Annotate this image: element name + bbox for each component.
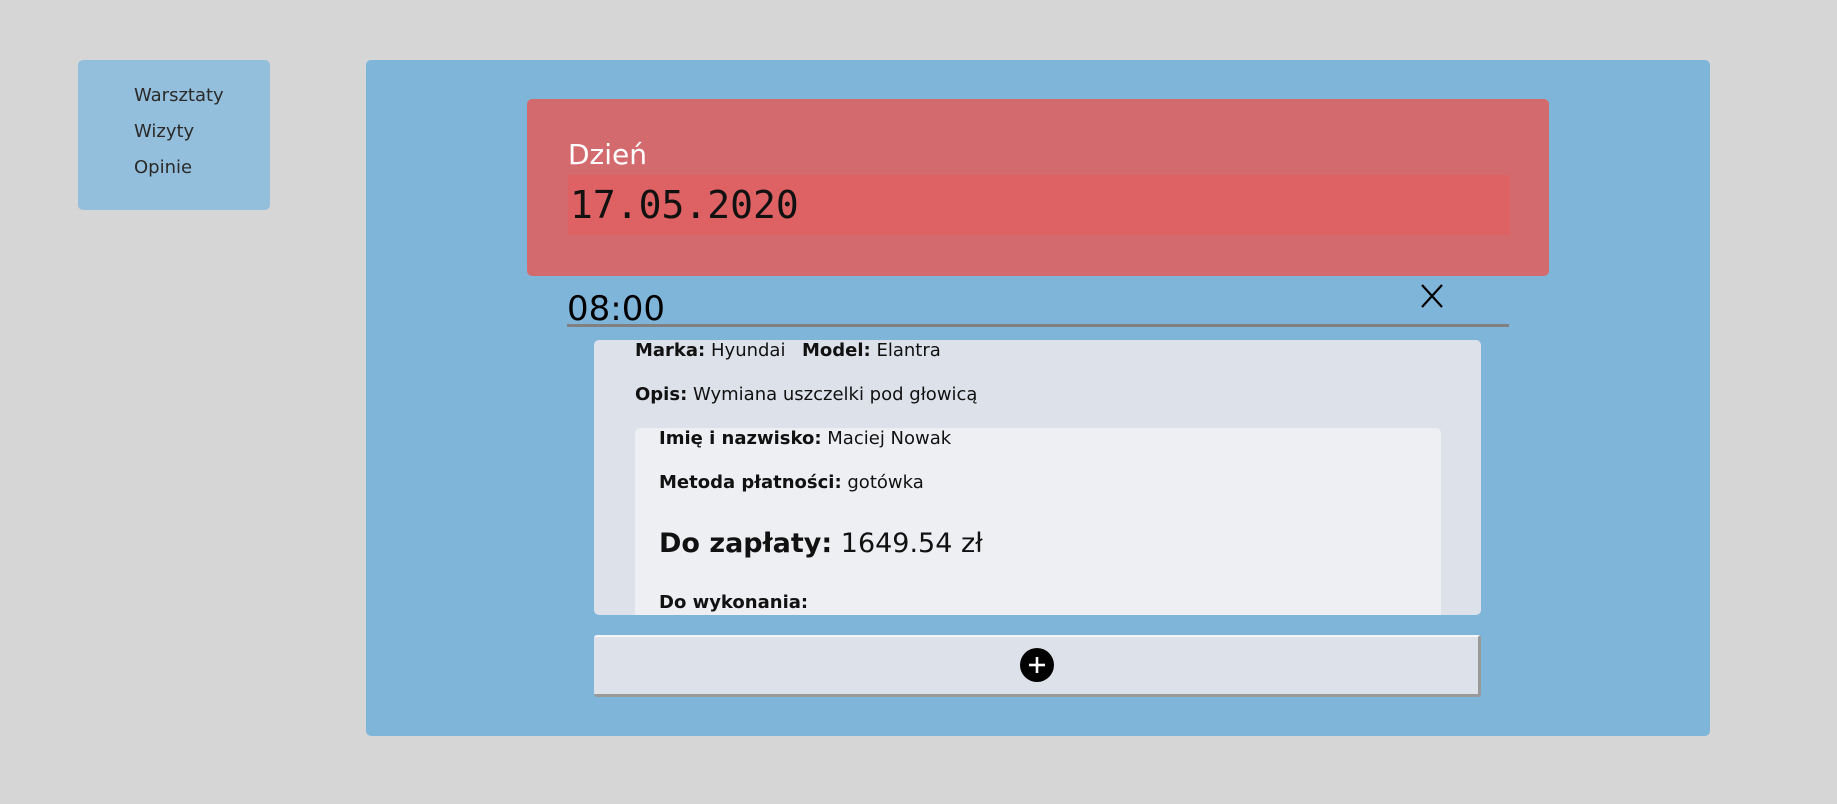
model-value: Elantra bbox=[876, 340, 941, 361]
date-input[interactable] bbox=[568, 175, 1510, 235]
sidebar: Warsztaty Wizyty Opinie bbox=[78, 60, 270, 210]
description-value: Wymiana uszczelki pod głowicą bbox=[693, 384, 978, 405]
model-label: Model: bbox=[802, 340, 871, 361]
visit-time: 08:00 bbox=[567, 289, 665, 329]
sidebar-item-wizyty[interactable]: Wizyty bbox=[134, 122, 270, 158]
day-card: Dzień bbox=[527, 99, 1549, 276]
model-field: Model: Elantra bbox=[802, 340, 941, 361]
day-label: Dzień bbox=[568, 138, 648, 171]
visit-time-row: 08:00 bbox=[567, 277, 1509, 329]
brand-value: Hyundai bbox=[711, 340, 786, 361]
todo-field: Do wykonania: bbox=[659, 592, 808, 613]
description-field: Opis: Wymiana uszczelki pod głowicą bbox=[635, 384, 977, 405]
todo-label: Do wykonania: bbox=[659, 592, 809, 613]
total-due-label: Do zapłaty: bbox=[659, 528, 833, 559]
total-due-field: Do zapłaty: 1649.54 zł bbox=[659, 528, 983, 559]
client-name-field: Imię i nazwisko: Maciej Nowak bbox=[659, 428, 951, 449]
client-name-value: Maciej Nowak bbox=[827, 428, 952, 449]
brand-label: Marka: bbox=[635, 340, 706, 361]
main-panel: Dzień 08:00 Marka: Hyundai Model: Elantr… bbox=[366, 60, 1710, 736]
payment-method-label: Metoda płatności: bbox=[659, 472, 842, 493]
add-visit-button[interactable] bbox=[594, 635, 1481, 697]
description-label: Opis: bbox=[635, 384, 688, 405]
payment-method-field: Metoda płatności: gotówka bbox=[659, 472, 924, 493]
close-icon[interactable] bbox=[1417, 281, 1447, 311]
brand-field: Marka: Hyundai bbox=[635, 340, 785, 361]
payment-method-value: gotówka bbox=[847, 472, 924, 493]
sidebar-item-opinie[interactable]: Opinie bbox=[134, 158, 270, 194]
sidebar-item-warsztaty[interactable]: Warsztaty bbox=[134, 86, 270, 122]
client-name-label: Imię i nazwisko: bbox=[659, 428, 822, 449]
plus-circle-icon bbox=[1019, 647, 1055, 683]
client-card: Imię i nazwisko: Maciej Nowak Metoda pła… bbox=[635, 428, 1441, 615]
total-due-value: 1649.54 zł bbox=[840, 528, 983, 559]
visit-card: Marka: Hyundai Model: Elantra Opis: Wymi… bbox=[594, 340, 1481, 615]
